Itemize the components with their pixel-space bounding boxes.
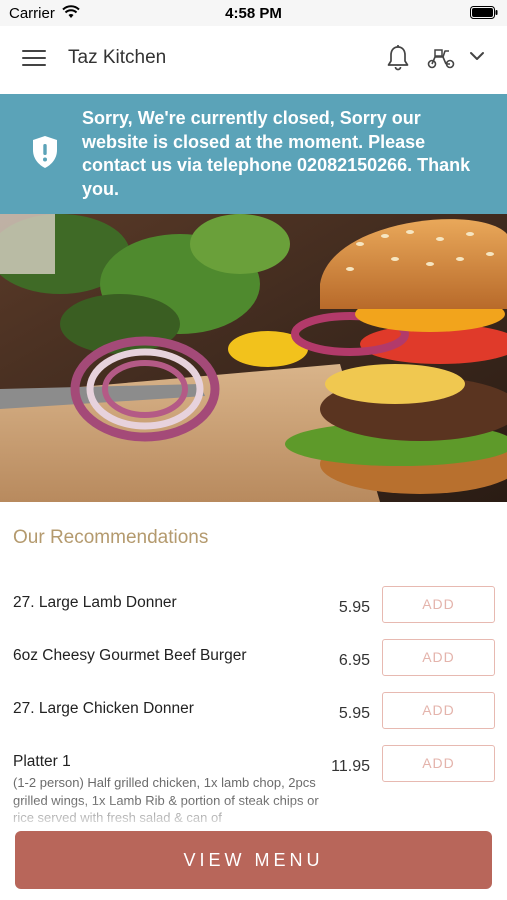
status-bar: Carrier 4:58 PM: [0, 0, 507, 26]
bell-icon[interactable]: [386, 44, 410, 71]
closed-message: Sorry, We're currently closed, Sorry our…: [82, 108, 471, 199]
chevron-down-icon[interactable]: [469, 51, 485, 61]
item-name: Platter 1: [13, 753, 71, 770]
add-button[interactable]: ADD: [382, 639, 495, 676]
app-header: Taz Kitchen: [0, 26, 507, 94]
app-title: Taz Kitchen: [68, 47, 167, 68]
add-button[interactable]: ADD: [382, 745, 495, 782]
delivery-scooter-icon[interactable]: [426, 46, 456, 70]
add-button[interactable]: ADD: [382, 586, 495, 623]
item-name: 27. Large Lamb Donner: [13, 594, 177, 611]
item-price: 11.95: [331, 758, 370, 775]
scroll-fade: [0, 800, 507, 832]
menu-icon[interactable]: [22, 50, 46, 70]
item-price: 5.95: [338, 599, 370, 616]
item-name: 27. Large Chicken Donner: [13, 700, 194, 717]
hero-image: [0, 214, 507, 502]
item-price: 6.95: [338, 652, 370, 669]
add-button[interactable]: ADD: [382, 692, 495, 729]
view-menu-button[interactable]: VIEW MENU: [15, 831, 492, 889]
item-name: 6oz Cheesy Gourmet Beef Burger: [13, 647, 247, 664]
clock: 4:58 PM: [225, 5, 282, 22]
closed-banner: Sorry, We're currently closed, Sorry our…: [0, 94, 507, 214]
recommendations-title: Our Recommendations: [13, 527, 209, 548]
item-price: 5.95: [338, 705, 370, 722]
battery-icon: [470, 6, 498, 19]
shield-icon: [33, 136, 57, 168]
